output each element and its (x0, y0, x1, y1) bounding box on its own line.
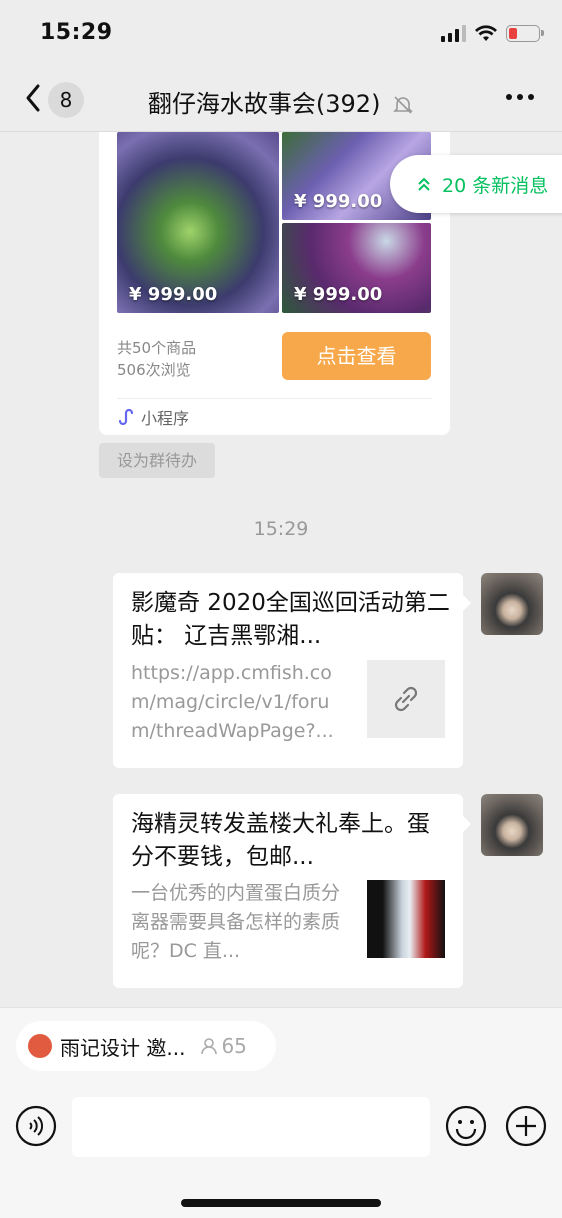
plus-icon[interactable] (505, 1105, 547, 1147)
battery-icon (506, 24, 544, 42)
product-image-main[interactable]: ¥ 999.00 (117, 132, 279, 313)
person-icon (201, 1038, 218, 1055)
link-description: https://app.cmfish.com/mag/circle/v1/for… (131, 662, 334, 742)
card-divider (117, 398, 432, 399)
more-options-icon[interactable] (506, 94, 534, 100)
double-chevron-up-icon (418, 177, 430, 191)
link-description: 一台优秀的内置蛋白质分离器需要具备怎样的素质呢？DC 直... (131, 882, 341, 962)
product-image-bottom-right[interactable]: ¥ 999.00 (282, 223, 431, 313)
link-message[interactable]: 海精灵转发盖楼大礼奉上。蛋分不要钱，包邮... 一台优秀的内置蛋白质分离器需要具… (113, 794, 471, 988)
avatar[interactable] (481, 794, 543, 856)
chat-title-text: 翻仔海水故事会(392) (147, 90, 381, 118)
chip-count: 65 (199, 1034, 247, 1058)
new-messages-pill[interactable]: 20 条新消息 (390, 155, 562, 213)
status-time: 15:29 (40, 20, 113, 45)
chat-title: 翻仔海水故事会(392) (0, 84, 562, 119)
view-count: 506次浏览 (117, 361, 191, 379)
emoji-icon[interactable] (445, 1105, 487, 1147)
link-icon (394, 686, 418, 712)
mini-program-source: 小程序 (117, 405, 189, 429)
wifi-icon (475, 25, 497, 41)
view-button[interactable]: 点击查看 (282, 332, 431, 380)
mini-program-icon (118, 408, 134, 426)
set-todo-button[interactable]: 设为群待办 (99, 443, 215, 478)
product-price: ¥ 999.00 (294, 284, 383, 305)
link-message[interactable]: 影魔奇 2020全国巡回活动第二贴： 辽吉黑鄂湘... https://app.… (113, 573, 471, 768)
link-thumbnail (367, 880, 445, 958)
avatar[interactable] (481, 573, 543, 635)
chip-count-value: 65 (221, 1034, 247, 1058)
link-thumbnail (367, 660, 445, 738)
product-price: ¥ 999.00 (294, 191, 383, 212)
nav-bar: 8 翻仔海水故事会(392) (0, 66, 562, 132)
product-count: 共50个商品 (117, 339, 197, 357)
mini-program-label: 小程序 (141, 409, 190, 428)
voice-icon[interactable] (15, 1105, 57, 1147)
input-area: 雨记设计 邀... 65 (0, 1007, 562, 1218)
group-activity-chip[interactable]: 雨记设计 邀... 65 (16, 1021, 276, 1071)
product-price: ¥ 999.00 (129, 284, 218, 305)
message-input[interactable] (72, 1097, 430, 1157)
message-timestamp: 15:29 (253, 518, 309, 540)
home-indicator (181, 1199, 381, 1207)
mute-bell-icon (393, 96, 414, 114)
new-messages-label: 20 条新消息 (442, 174, 549, 197)
signal-icon (441, 24, 466, 42)
gift-icon (28, 1034, 52, 1058)
link-title: 海精灵转发盖楼大礼奉上。蛋分不要钱，包邮... (131, 811, 430, 870)
link-title: 影魔奇 2020全国巡回活动第二贴： 辽吉黑鄂湘... (131, 590, 450, 649)
product-stats: 共50个商品 506次浏览 (117, 337, 196, 381)
chip-label: 雨记设计 邀... (60, 1035, 186, 1060)
status-bar: 15:29 (0, 0, 562, 66)
